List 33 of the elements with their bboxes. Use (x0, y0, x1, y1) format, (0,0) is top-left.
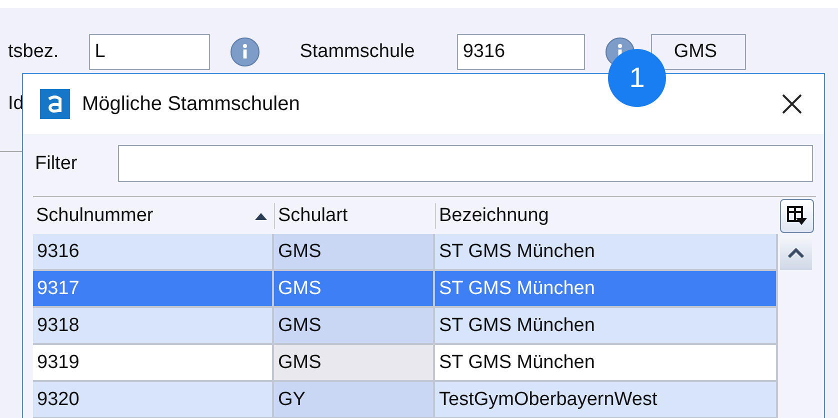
table-columns-icon[interactable] (786, 204, 808, 226)
info-icon[interactable] (230, 37, 260, 67)
filter-label: Filter (35, 152, 78, 174)
table-cell[interactable]: GY (274, 382, 435, 418)
dialog-title: Mögliche Stammschulen (82, 92, 301, 116)
column-header[interactable]: Schulnummer (33, 202, 274, 228)
table-cell[interactable]: ST GMS München (435, 271, 778, 308)
column-header[interactable]: Bezeichnung (435, 202, 778, 228)
table-cell[interactable]: ST GMS München (435, 345, 778, 382)
table-cell[interactable]: GMS (274, 345, 435, 382)
table-cell[interactable]: GMS (274, 271, 435, 308)
chevron-up-icon[interactable] (787, 247, 805, 259)
close-icon[interactable] (781, 93, 803, 115)
input-field[interactable]: L (88, 34, 210, 70)
table-cell[interactable]: 9316 (33, 234, 274, 271)
input-field[interactable]: GMS (650, 34, 746, 70)
field-label: Stammschule (300, 41, 415, 63)
table-cell[interactable]: ST GMS München (435, 234, 778, 271)
input-field[interactable]: 9316 (456, 34, 585, 70)
filter-field[interactable] (118, 145, 813, 182)
table-cell[interactable]: 9318 (33, 308, 274, 345)
sort-ascending-icon (254, 210, 268, 220)
field-label: tsbez. (8, 41, 59, 63)
app-logo-icon (40, 89, 70, 119)
table-cell[interactable]: 9320 (33, 382, 274, 418)
table-cell[interactable]: TestGymOberbayernWest (435, 382, 778, 418)
table-cell[interactable]: GMS (274, 308, 435, 345)
table-cell[interactable]: ST GMS München (435, 308, 778, 345)
table-cell[interactable]: GMS (274, 234, 435, 271)
column-chooser-button[interactable] (780, 198, 814, 232)
column-header[interactable]: Schulart (274, 202, 435, 228)
table-cell[interactable]: 9319 (33, 345, 274, 382)
table-cell[interactable]: 9317 (33, 271, 274, 308)
